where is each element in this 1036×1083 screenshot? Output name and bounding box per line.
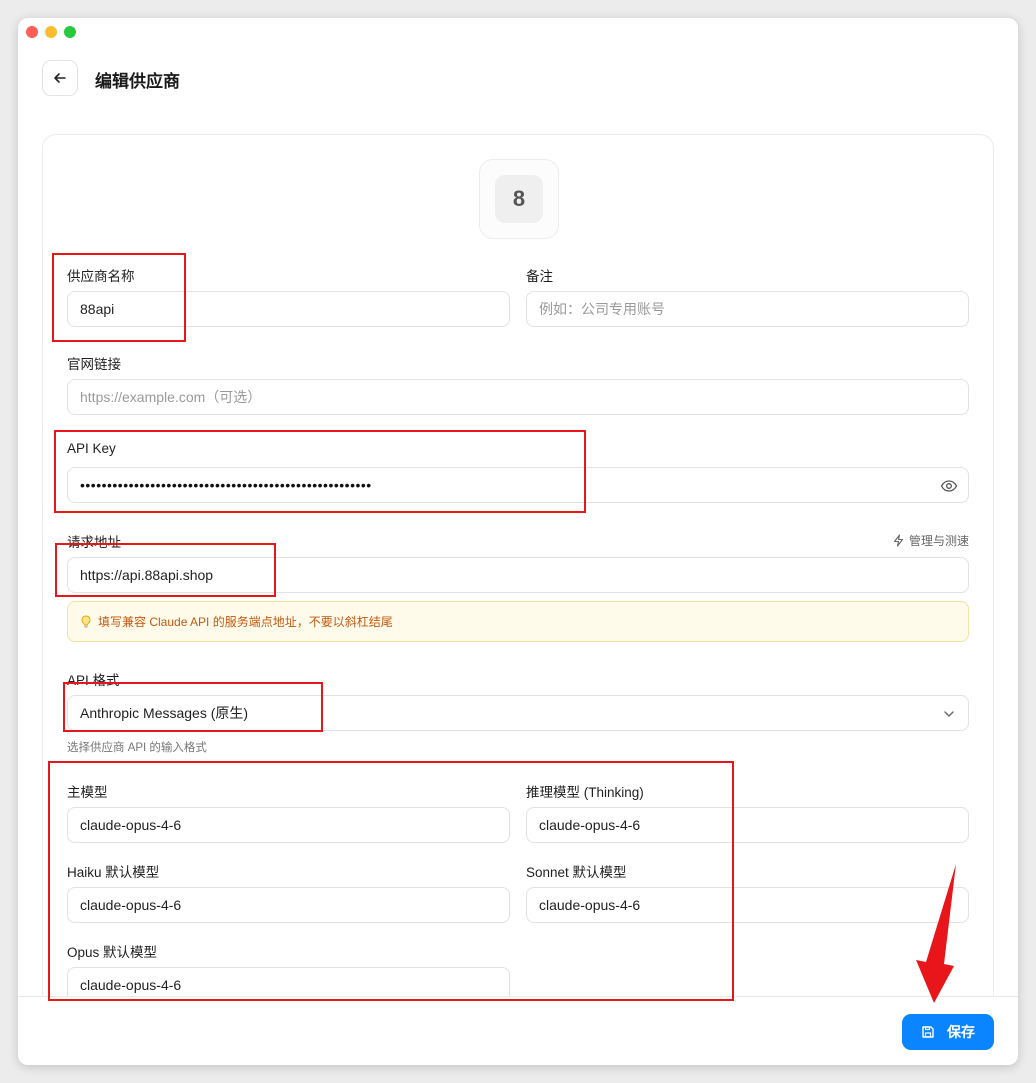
website-input[interactable]: https://example.com（可选） [67,379,969,415]
footer-bar: 保存 [18,996,1018,1065]
provider-avatar-letter: 8 [495,175,543,223]
sonnet-model-value: claude-opus-4-6 [539,897,641,913]
thinking-model-input[interactable]: claude-opus-4-6 [526,807,969,843]
main-model-label: 主模型 [67,785,108,800]
minimize-window-button[interactable] [45,26,57,38]
endpoint-input[interactable]: https://api.88api.shop [67,557,969,593]
api-key-input[interactable]: ••••••••••••••••••••••••••••••••••••••••… [67,467,969,503]
chevron-down-icon [944,711,954,717]
save-icon [922,1026,934,1038]
lightbulb-icon [81,615,91,628]
api-key-label: API Key [67,441,116,456]
provider-avatar[interactable]: 8 [479,159,559,239]
website-placeholder: https://example.com（可选） [80,389,262,405]
main-model-input[interactable]: claude-opus-4-6 [67,807,510,843]
note-placeholder: 例如：公司专用账号 [539,301,665,317]
toggle-visibility-button[interactable] [940,477,958,498]
arrow-left-icon [54,73,66,83]
thinking-model-label: 推理模型 (Thinking) [526,785,644,800]
api-format-value: Anthropic Messages (原生) [80,705,249,721]
provider-name-input[interactable]: 88api [67,291,510,327]
lightning-icon [893,534,904,547]
api-format-helper: 选择供应商 API 的输入格式 [67,742,207,754]
endpoint-hint: 填写兼容 Claude API 的服务端点地址，不要以斜杠结尾 [67,601,969,642]
api-key-masked-value: ••••••••••••••••••••••••••••••••••••••••… [80,477,372,493]
page-title: 编辑供应商 [95,72,180,91]
haiku-model-input[interactable]: claude-opus-4-6 [67,887,510,923]
note-label: 备注 [526,269,553,284]
eye-icon [940,480,958,492]
save-button[interactable]: 保存 [902,1014,994,1050]
haiku-model-label: Haiku 默认模型 [67,865,160,880]
manage-speedtest-label: 管理与测速 [908,534,969,548]
endpoint-label: 请求地址 [67,535,121,550]
sonnet-model-input[interactable]: claude-opus-4-6 [526,887,969,923]
endpoint-hint-text: 填写兼容 Claude API 的服务端点地址，不要以斜杠结尾 [98,615,393,629]
api-format-label: API 格式 [67,673,120,688]
main-model-value: claude-opus-4-6 [80,817,182,833]
opus-model-value: claude-opus-4-6 [80,977,182,993]
window-controls [26,26,76,38]
api-format-select[interactable]: Anthropic Messages (原生) [67,695,969,731]
manage-speedtest-link[interactable]: 管理与测速 [892,532,969,549]
endpoint-value: https://api.88api.shop [80,567,214,583]
provider-name-value: 88api [80,301,115,317]
back-button[interactable] [42,60,78,96]
website-label: 官网链接 [67,357,121,372]
haiku-model-value: claude-opus-4-6 [80,897,182,913]
save-label: 保存 [947,1024,975,1040]
close-window-button[interactable] [26,26,38,38]
thinking-model-value: claude-opus-4-6 [539,817,641,833]
provider-name-label: 供应商名称 [67,269,135,284]
sonnet-model-label: Sonnet 默认模型 [526,865,627,880]
note-input[interactable]: 例如：公司专用账号 [526,291,969,327]
app-window: 编辑供应商 8 供应商名称 88api 备注 例如：公司专用账号 官网链接 ht… [18,18,1018,1065]
opus-model-label: Opus 默认模型 [67,945,158,960]
provider-form-card: 8 供应商名称 88api 备注 例如：公司专用账号 官网链接 https://… [42,134,994,1034]
zoom-window-button[interactable] [64,26,76,38]
